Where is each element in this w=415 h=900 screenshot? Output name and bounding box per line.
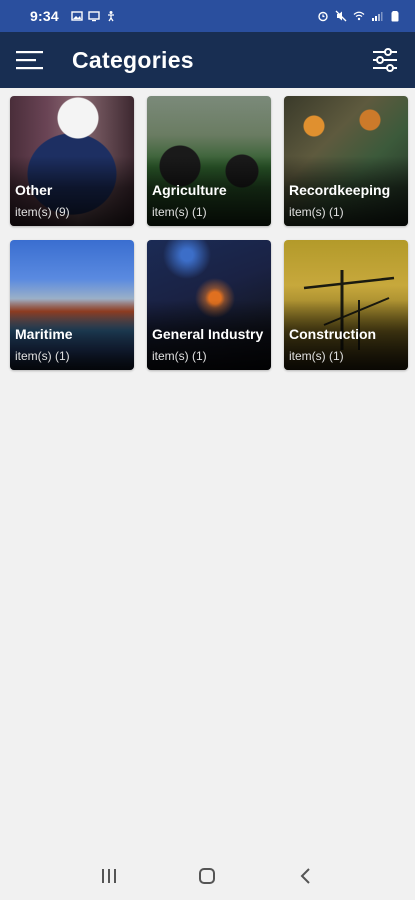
- category-card-recordkeeping[interactable]: Recordkeeping item(s) (1): [284, 96, 408, 226]
- category-count: item(s) (1): [289, 349, 344, 363]
- menu-button[interactable]: [8, 38, 52, 82]
- system-nav-bar: [0, 852, 415, 900]
- category-title: General Industry: [152, 326, 264, 342]
- category-card-maritime[interactable]: Maritime item(s) (1): [10, 240, 134, 370]
- status-right: [317, 10, 401, 22]
- mute-icon: [335, 10, 347, 22]
- filter-button[interactable]: [363, 38, 407, 82]
- page-title: Categories: [72, 46, 194, 73]
- category-count: item(s) (1): [152, 205, 207, 219]
- back-button[interactable]: [286, 856, 326, 896]
- category-title: Recordkeeping: [289, 182, 391, 198]
- sliders-filter-icon: [373, 48, 397, 72]
- app-bar: Categories: [0, 32, 415, 88]
- recents-icon: [102, 869, 117, 883]
- category-card-general-industry[interactable]: General Industry item(s) (1): [147, 240, 271, 370]
- alarm-icon: [318, 11, 328, 22]
- status-time: 9:34: [30, 8, 59, 24]
- category-card-other[interactable]: Other item(s) (9): [10, 96, 134, 226]
- notification-icons: [71, 10, 117, 22]
- category-title: Agriculture: [152, 182, 227, 198]
- accessibility-icon: [107, 11, 114, 22]
- home-icon: [199, 868, 216, 884]
- recents-button[interactable]: [89, 856, 129, 896]
- category-card-construction[interactable]: Construction item(s) (1): [284, 240, 408, 370]
- category-count: item(s) (1): [152, 349, 207, 363]
- back-icon: [300, 868, 310, 884]
- image-icon: [71, 11, 83, 21]
- status-bar: 9:34: [0, 0, 415, 32]
- status-left: 9:34: [30, 8, 117, 24]
- category-count: item(s) (9): [15, 205, 70, 219]
- hamburger-menu-icon: [16, 51, 43, 70]
- category-title: Construction: [289, 326, 377, 342]
- signal-icon: [372, 12, 383, 21]
- category-title: Other: [15, 182, 53, 198]
- category-count: item(s) (1): [15, 349, 70, 363]
- wifi-icon: [353, 11, 365, 21]
- category-card-agriculture[interactable]: Agriculture item(s) (1): [147, 96, 271, 226]
- categories-grid: Other item(s) (9) Agriculture item(s) (1…: [10, 96, 408, 370]
- home-button[interactable]: [187, 856, 227, 896]
- battery-icon: [391, 11, 399, 22]
- monitor-icon: [88, 11, 100, 22]
- category-title: Maritime: [15, 326, 73, 342]
- category-count: item(s) (1): [289, 205, 344, 219]
